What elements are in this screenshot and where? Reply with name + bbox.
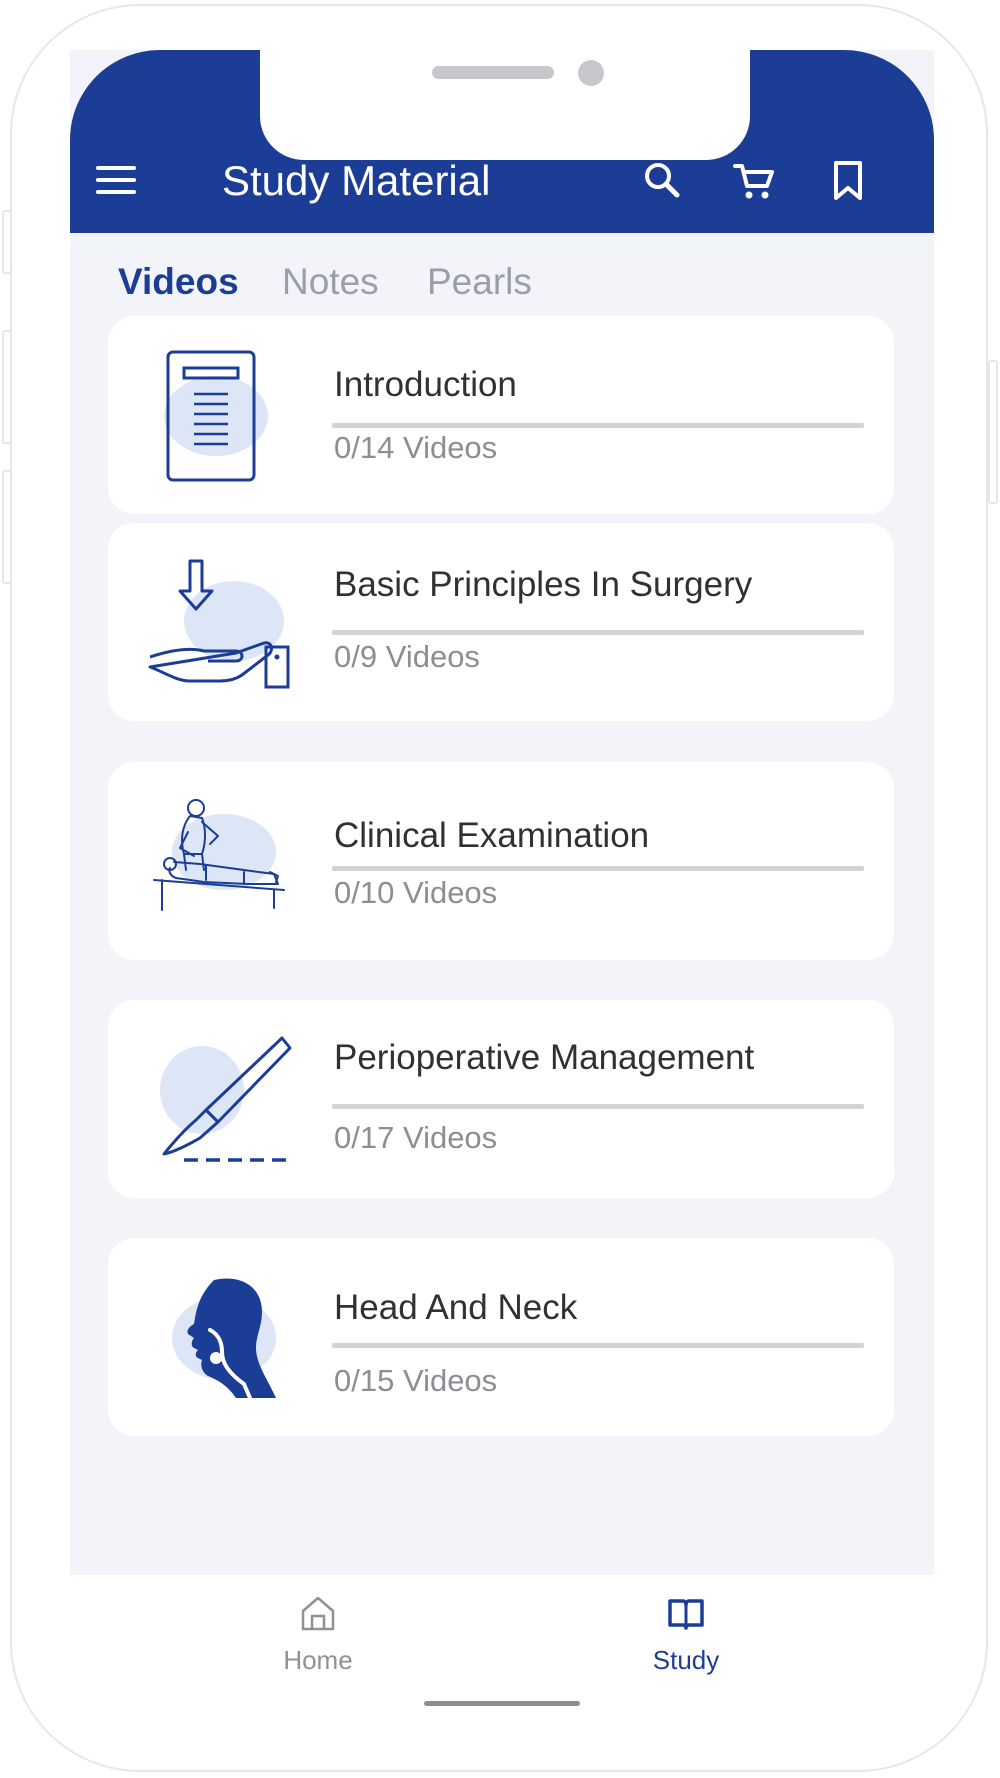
tab-notes[interactable]: Notes [282,261,379,303]
nav-study[interactable]: Study [606,1593,766,1693]
topic-card-basic-principles[interactable]: Basic Principles In Surgery 0/9 Videos [108,523,894,721]
page-title: Study Material [222,157,491,204]
topic-card-head-and-neck[interactable]: Head And Neck 0/15 Videos [108,1238,894,1436]
menu-icon[interactable] [94,158,138,202]
topic-count: 0/10 Videos [334,875,498,910]
progress-bar [332,1104,864,1109]
power-button [988,360,998,504]
nav-home-label: Home [283,1645,353,1675]
progress-bar [332,866,864,871]
topic-count: 0/9 Videos [334,639,480,674]
notch [260,50,750,160]
book-icon [668,1599,704,1630]
hand-arrow-icon [144,553,294,693]
tab-pearls[interactable]: Pearls [427,261,532,303]
side-button [2,330,12,444]
topic-count: 0/17 Videos [334,1120,498,1155]
search-icon[interactable] [640,158,684,202]
topic-title: Perioperative Management [334,1038,755,1077]
topic-title: Clinical Examination [334,816,650,855]
tab-videos[interactable]: Videos [118,261,239,303]
nav-study-label: Study [652,1645,720,1675]
progress-bar [332,1343,864,1348]
bottom-navigation: Home Study [70,1575,934,1695]
progress-bar [332,423,864,428]
topic-count: 0/14 Videos [334,430,498,465]
home-icon [301,1596,335,1631]
document-icon [144,346,294,486]
doctor-patient-icon [144,792,294,932]
side-button [2,210,12,274]
topic-title: Head And Neck [334,1288,578,1327]
speaker [432,66,554,79]
bookmark-icon[interactable] [826,158,870,202]
topic-title: Basic Principles In Surgery [334,565,753,604]
side-button [2,470,12,584]
app-screen: Study Material Videos Notes Pearls Intro… [70,50,934,1575]
topic-title: Introduction [334,365,517,404]
progress-bar [332,630,864,635]
scalpel-icon [144,1030,294,1170]
nav-home[interactable]: Home [238,1593,398,1693]
head-profile-icon [144,1268,294,1408]
topic-card-introduction[interactable]: Introduction 0/14 Videos [108,316,894,514]
topic-card-clinical-examination[interactable]: Clinical Examination 0/10 Videos [108,762,894,960]
topic-count: 0/15 Videos [334,1363,498,1398]
home-indicator[interactable] [424,1701,580,1706]
front-camera [578,60,604,86]
cart-icon[interactable] [732,158,776,202]
app-bar: Study Material [70,50,934,233]
topic-card-perioperative[interactable]: Perioperative Management 0/17 Videos [108,1000,894,1198]
